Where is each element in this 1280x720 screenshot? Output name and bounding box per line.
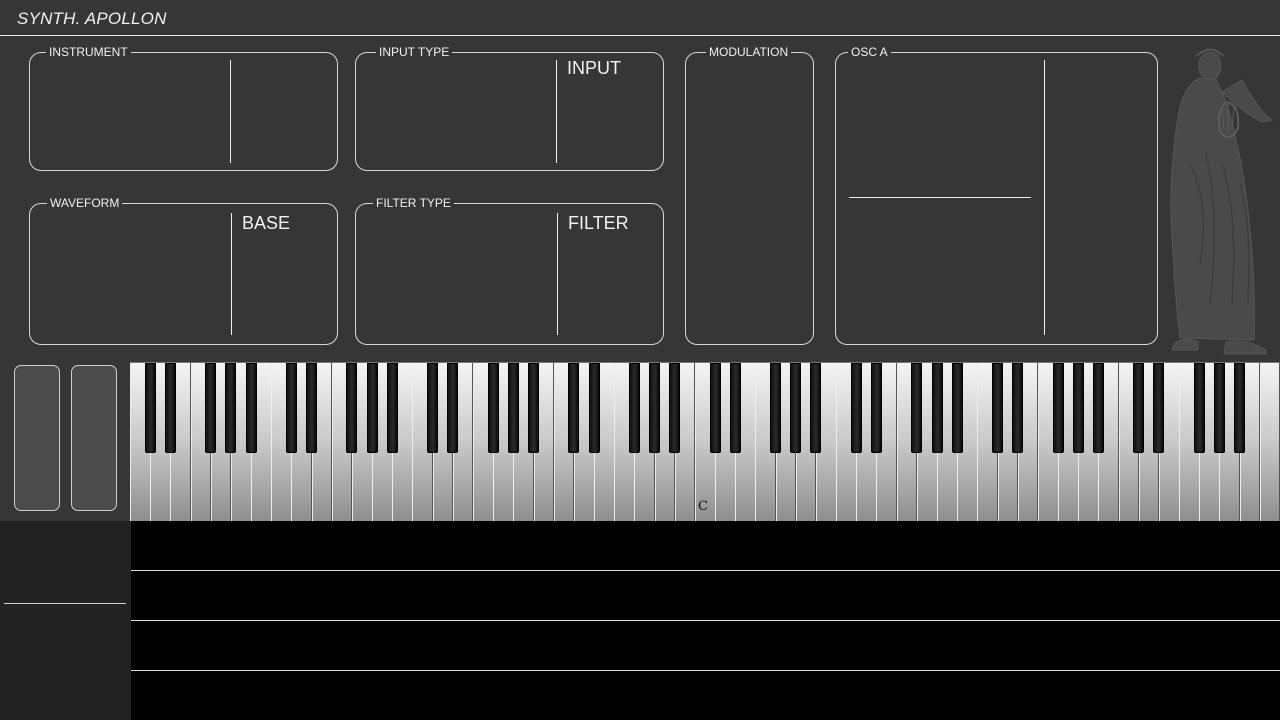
osc-a-panel[interactable]: OSC A: [835, 45, 1158, 345]
black-key[interactable]: [205, 363, 217, 453]
black-key[interactable]: [951, 363, 963, 453]
app-title: SYNTH. APOLLON: [17, 9, 167, 28]
input-type-panel[interactable]: INPUT TYPE INPUT: [355, 45, 664, 171]
osc-a-level-line[interactable]: [849, 197, 1031, 198]
black-key[interactable]: [790, 363, 802, 453]
black-key[interactable]: [487, 363, 499, 453]
bottom-left-panel: [0, 521, 131, 720]
waveform-divider: [231, 213, 232, 335]
track-row[interactable]: [131, 571, 1280, 621]
black-key[interactable]: [144, 363, 156, 453]
black-key[interactable]: [225, 363, 237, 453]
apollo-statue-icon: [1170, 48, 1274, 355]
black-key[interactable]: [931, 363, 943, 453]
black-key[interactable]: [911, 363, 923, 453]
waveform-panel[interactable]: WAVEFORM BASE: [29, 196, 338, 345]
filter-type-divider: [557, 213, 558, 335]
filter-type-legend: FILTER TYPE: [373, 196, 454, 210]
black-key[interactable]: [588, 363, 600, 453]
title-bar: SYNTH. APOLLON: [0, 0, 1280, 36]
black-key[interactable]: [1092, 363, 1104, 453]
pitch-bend-wheel[interactable]: [14, 365, 60, 511]
middle-c-label: C: [698, 499, 708, 514]
black-key[interactable]: [507, 363, 519, 453]
black-key[interactable]: [628, 363, 640, 453]
input-type-legend: INPUT TYPE: [376, 45, 453, 59]
black-key[interactable]: [285, 363, 297, 453]
black-key[interactable]: [346, 363, 358, 453]
instrument-panel[interactable]: INSTRUMENT: [29, 45, 338, 171]
filter-type-panel[interactable]: FILTER TYPE FILTER: [355, 196, 664, 345]
input-type-divider: [556, 60, 557, 163]
black-key[interactable]: [992, 363, 1004, 453]
black-key[interactable]: [306, 363, 318, 453]
piano-keyboard[interactable]: C: [130, 362, 1280, 522]
black-key[interactable]: [1234, 363, 1246, 453]
black-key[interactable]: [1193, 363, 1205, 453]
black-key[interactable]: [649, 363, 661, 453]
black-key[interactable]: [568, 363, 580, 453]
waveform-value[interactable]: BASE: [242, 213, 290, 234]
filter-type-value[interactable]: FILTER: [568, 213, 629, 234]
track-row[interactable]: [131, 521, 1280, 571]
black-key[interactable]: [870, 363, 882, 453]
black-key[interactable]: [528, 363, 539, 453]
black-key[interactable]: [729, 363, 741, 453]
modulation-panel[interactable]: MODULATION: [685, 45, 814, 345]
black-key[interactable]: [1133, 363, 1145, 453]
track-row[interactable]: [131, 671, 1280, 720]
black-key[interactable]: [810, 363, 822, 453]
input-type-value[interactable]: INPUT: [567, 58, 621, 79]
modulation-wheel[interactable]: [71, 365, 117, 511]
black-key[interactable]: [245, 363, 257, 453]
black-key[interactable]: [1213, 363, 1225, 453]
track-row[interactable]: [131, 621, 1280, 671]
osc-a-legend: OSC A: [848, 45, 891, 59]
black-key[interactable]: [447, 363, 459, 453]
instrument-divider: [230, 60, 231, 163]
bottom-left-slider-line[interactable]: [4, 603, 126, 604]
black-key[interactable]: [770, 363, 782, 453]
black-key[interactable]: [709, 363, 721, 453]
instrument-legend: INSTRUMENT: [46, 45, 131, 59]
white-key[interactable]: [1259, 363, 1280, 521]
black-key[interactable]: [1072, 363, 1084, 453]
black-key[interactable]: [1052, 363, 1064, 453]
black-key[interactable]: [1012, 363, 1024, 453]
black-key[interactable]: [366, 363, 378, 453]
sequencer-tracks[interactable]: [131, 521, 1280, 720]
osc-a-divider: [1044, 60, 1045, 335]
black-key[interactable]: [850, 363, 862, 453]
black-key[interactable]: [427, 363, 439, 453]
black-key[interactable]: [1153, 363, 1165, 453]
black-key[interactable]: [164, 363, 176, 453]
black-key[interactable]: [669, 363, 681, 453]
waveform-legend: WAVEFORM: [47, 196, 123, 210]
black-key[interactable]: [386, 363, 398, 453]
modulation-legend: MODULATION: [706, 45, 792, 59]
